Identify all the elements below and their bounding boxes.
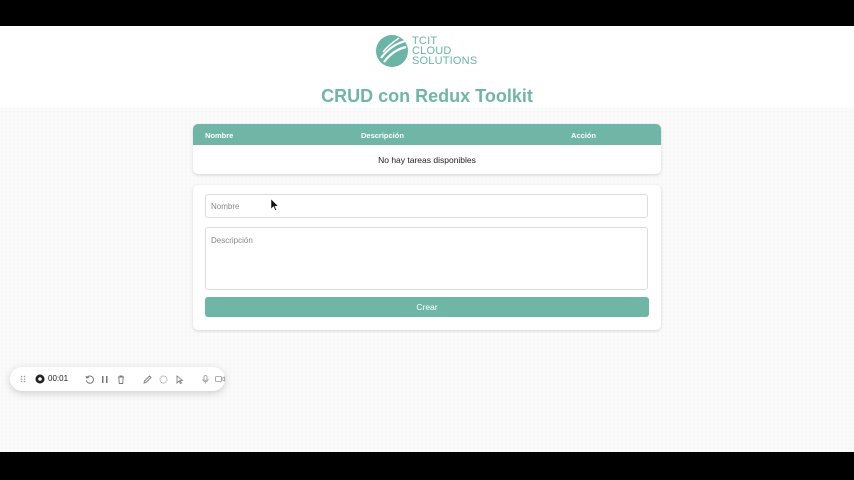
camera-icon[interactable]	[214, 374, 225, 384]
screen-recorder-toolbar: 00:01	[10, 367, 225, 391]
leaf-logo-icon	[376, 35, 408, 67]
column-header-action: Acción	[571, 131, 597, 140]
microphone-icon[interactable]	[200, 374, 210, 384]
page-title: CRUD con Redux Toolkit	[321, 86, 533, 106]
pen-icon[interactable]	[142, 374, 152, 384]
logo-wordmark: TCIT CLOUD SOLUTIONS	[412, 36, 478, 67]
column-header-name: Nombre	[205, 131, 234, 140]
recording-elapsed-time: 00:01	[48, 374, 69, 383]
cursor-highlight-icon[interactable]	[174, 374, 184, 384]
company-logo: TCIT CLOUD SOLUTIONS	[375, 33, 485, 69]
tasks-table: Nombre Descripción Acción No hay tareas …	[193, 124, 661, 174]
trash-icon[interactable]	[116, 374, 126, 384]
pause-icon[interactable]	[100, 374, 110, 384]
logo-line-3: SOLUTIONS	[412, 55, 478, 67]
create-button[interactable]: Crear	[205, 297, 649, 317]
table-header: Nombre Descripción Acción	[193, 124, 661, 145]
restart-icon[interactable]	[84, 374, 94, 384]
app-viewport: TCIT CLOUD SOLUTIONS CRUD con Redux Tool…	[0, 26, 854, 452]
column-header-description: Descripción	[361, 131, 404, 140]
task-form: Crear	[193, 185, 661, 330]
empty-state-message: No hay tareas disponibles	[378, 155, 476, 165]
mouse-pointer-icon	[271, 199, 279, 211]
description-textarea[interactable]	[205, 227, 648, 290]
record-icon[interactable]	[35, 374, 45, 384]
drag-handle-icon[interactable]	[19, 374, 27, 384]
spotlight-icon[interactable]	[158, 374, 168, 384]
